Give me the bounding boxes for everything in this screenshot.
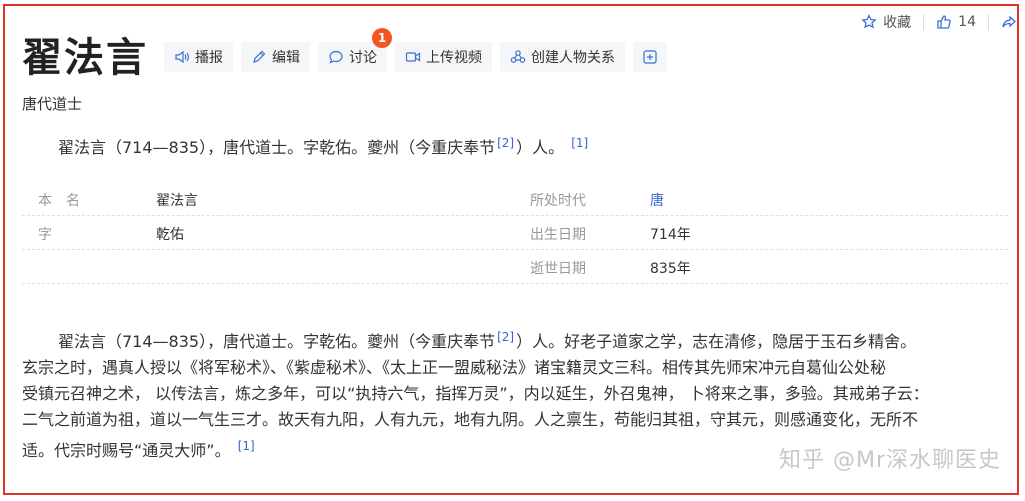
ref-link-1[interactable]: [1] — [238, 439, 255, 453]
info-label: 字 — [38, 227, 52, 243]
like-button[interactable]: 14 — [936, 14, 976, 30]
thumbs-up-icon — [937, 15, 951, 29]
info-box: 本 名 翟法言 所处时代 唐 字 乾佑 出生日期 714年 逝世日期 835年 — [22, 182, 1008, 284]
share-button[interactable] — [1001, 14, 1017, 30]
discuss-label: 讨论 — [349, 50, 377, 66]
star-icon — [861, 14, 877, 29]
people-icon — [510, 50, 526, 63]
ref-link-2[interactable]: [2] — [497, 330, 514, 344]
info-label: 本 名 — [38, 193, 80, 209]
upload-video-label: 上传视频 — [426, 50, 482, 66]
info-value: 835年 — [650, 261, 691, 277]
favorite-button[interactable]: 收藏 — [861, 12, 911, 32]
discuss-badge: 1 — [372, 28, 392, 48]
top-right-toolbar: 收藏 14 — [861, 12, 1017, 32]
paragraph-text: 翟法言（714—835），唐代道士。字乾佑。夔州（今重庆奉节 — [58, 332, 496, 351]
share-icon — [1002, 15, 1016, 28]
edit-label: 编辑 — [272, 50, 300, 66]
info-row: 本 名 翟法言 所处时代 唐 — [22, 182, 1008, 216]
info-value: 714年 — [650, 227, 691, 243]
paragraph-line: 二气之前道为祖，道以一气生三才。故天有九阳，人有九元，地有九阴。人之禀生，苟能归… — [22, 410, 919, 429]
info-label: 逝世日期 — [530, 261, 586, 277]
create-relation-button[interactable]: 创建人物关系 — [500, 42, 625, 72]
add-button[interactable] — [633, 42, 667, 72]
paragraph-text: 适。代宗时赐号“通灵大师”。 — [22, 441, 231, 460]
info-row: 字 乾佑 出生日期 714年 — [22, 216, 1008, 250]
paragraph-line: 受镇元召神之术， 以传法言，炼之多年，可以“执持六气，指挥万灵”，内以延生，外召… — [22, 384, 929, 403]
info-value-link[interactable]: 唐 — [650, 190, 664, 210]
page-title: 翟法言 — [22, 35, 148, 81]
paragraph-text: ）人。好老子道家之学，志在清修，隐居于玉石乡精舍。 — [516, 332, 917, 351]
create-relation-label: 创建人物关系 — [531, 50, 615, 66]
info-value: 乾佑 — [156, 227, 184, 243]
ref-link-1[interactable]: [1] — [571, 136, 588, 150]
video-icon — [405, 52, 421, 62]
info-value: 翟法言 — [156, 193, 198, 209]
summary: 翟法言（714—835），唐代道士。字乾佑。夔州（今重庆奉节 [2] ）人。 [1] — [58, 130, 590, 161]
summary-text-b: ）人。 — [516, 138, 565, 157]
plus-box-icon — [643, 50, 657, 64]
paragraph-line: 玄宗之时，遇真人授以《将军秘术》、《紫虚秘术》、《太上正一盟威秘法》诸宝籍灵文三… — [22, 358, 887, 377]
info-row: 逝世日期 835年 — [22, 250, 1008, 284]
pencil-icon — [253, 50, 266, 63]
like-count: 14 — [958, 14, 976, 30]
speaker-icon — [175, 50, 189, 64]
subtitle: 唐代道士 — [22, 95, 83, 113]
summary-text-a: 翟法言（714—835），唐代道士。字乾佑。夔州（今重庆奉节 — [58, 138, 496, 157]
discuss-button[interactable]: 1 讨论 — [318, 28, 392, 72]
info-label: 所处时代 — [530, 193, 586, 209]
watermark: 知乎 @Mr深水聊医史 — [778, 448, 1001, 473]
chat-icon — [329, 50, 343, 64]
ref-link-2[interactable]: [2] — [497, 136, 514, 150]
upload-video-button[interactable]: 上传视频 — [395, 42, 492, 72]
info-label: 出生日期 — [530, 227, 586, 243]
action-bar: 播报 编辑 1 讨论 上传视频 创建人物关系 — [164, 28, 667, 72]
favorite-label: 收藏 — [883, 15, 912, 31]
broadcast-label: 播报 — [195, 50, 223, 66]
paragraph-line: 翟法言（714—835），唐代道士。字乾佑。夔州（今重庆奉节 [2] ）人。好老子道… — [22, 324, 1012, 355]
edit-button[interactable]: 编辑 — [241, 42, 310, 72]
broadcast-button[interactable]: 播报 — [164, 42, 233, 72]
